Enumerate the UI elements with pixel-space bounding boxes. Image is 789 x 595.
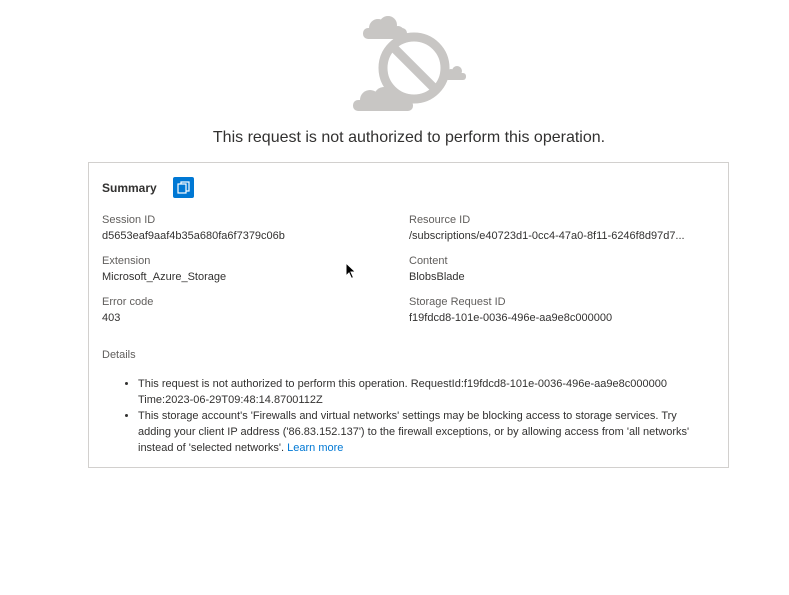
summary-card: Summary Session ID d5653eaf9aaf4b35a680f… [88, 162, 729, 468]
storage-request-id-field: Storage Request ID f19fdcd8-101e-0036-49… [409, 294, 709, 326]
resource-id-label: Resource ID [409, 214, 471, 226]
error-code-field: Error code 403 [102, 294, 392, 326]
learn-more-link[interactable]: Learn more [287, 442, 343, 454]
error-code-label: Error code [102, 296, 154, 308]
resource-id-value: /subscriptions/e40723d1-0cc4-47a0-8f11-6… [409, 230, 685, 242]
storage-request-id-label: Storage Request ID [409, 296, 506, 308]
session-id-label: Session ID [102, 214, 156, 226]
summary-header: Summary [102, 177, 194, 198]
content-field: Content BlobsBlade [409, 253, 709, 285]
session-id-value: d5653eaf9aaf4b35a680fa6f7379c06b [102, 230, 285, 242]
details-title: Details [102, 349, 136, 361]
content-label: Content [409, 255, 448, 267]
details-list: This request is not authorized to perfor… [102, 376, 712, 456]
content-value: BlobsBlade [409, 271, 465, 283]
copy-icon [177, 181, 190, 194]
resource-id-field: Resource ID /subscriptions/e40723d1-0cc4… [409, 212, 709, 244]
access-denied-icon [353, 16, 466, 111]
summary-title: Summary [102, 180, 157, 195]
details-item: This storage account's 'Firewalls and vi… [138, 408, 712, 456]
error-message: This request is not authorized to perfor… [212, 129, 606, 146]
session-id-field: Session ID d5653eaf9aaf4b35a680fa6f7379c… [102, 212, 392, 244]
details-item-text: This request is not authorized to perfor… [138, 378, 667, 406]
details-item-text: This storage account's 'Firewalls and vi… [138, 410, 690, 454]
storage-request-id-value: f19fdcd8-101e-0036-496e-aa9e8c000000 [409, 312, 613, 324]
error-code-value: 403 [102, 312, 121, 324]
details-item: This request is not authorized to perfor… [138, 376, 712, 408]
copy-button[interactable] [172, 177, 194, 198]
mouse-cursor-icon [345, 262, 357, 280]
